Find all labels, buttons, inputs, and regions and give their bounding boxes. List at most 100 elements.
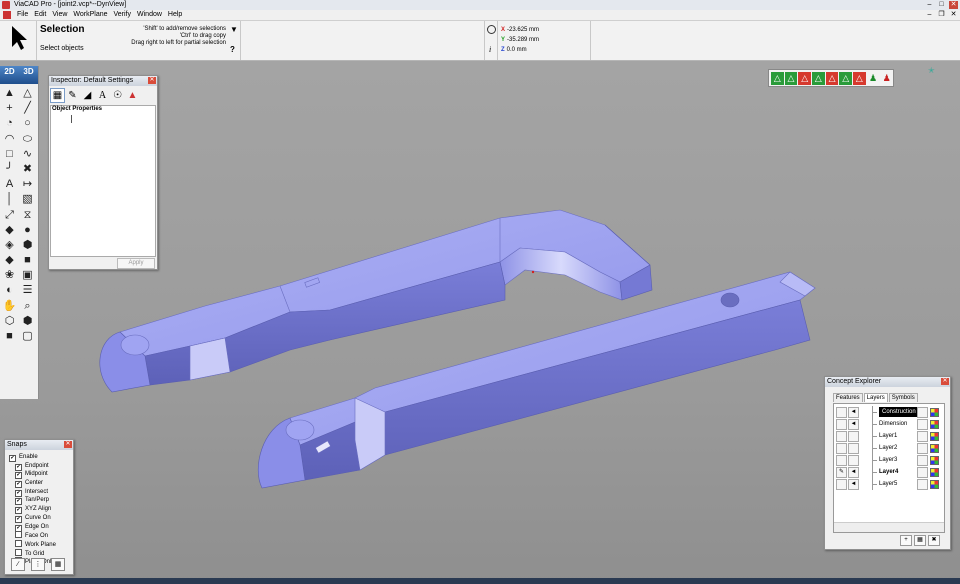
fillet-icon[interactable]: ╯ — [1, 162, 18, 176]
snap-to-grid[interactable]: To Grid — [9, 548, 56, 558]
subselect-arrow-icon[interactable]: △ — [19, 86, 36, 100]
layer-edit-icon[interactable] — [836, 407, 847, 418]
dimension-icon[interactable]: ↦ — [19, 177, 36, 191]
layer-name[interactable]: Layer2 — [879, 442, 897, 454]
surface-icon[interactable]: ❀ — [1, 268, 18, 282]
layer-visible-icon[interactable]: ◄ — [848, 467, 859, 478]
layer-lock-icon[interactable] — [917, 431, 928, 442]
zoom-icon[interactable]: ⌕ — [19, 299, 36, 313]
doc-close-icon[interactable]: ✕ — [949, 11, 958, 19]
layer-lock-icon[interactable] — [917, 419, 928, 430]
layer-edit-icon[interactable] — [836, 479, 847, 490]
maximize-icon[interactable]: □ — [937, 1, 946, 9]
view-user-icon[interactable]: ♟ — [866, 71, 880, 85]
pen-icon[interactable]: ✎ — [65, 88, 80, 103]
layer-lock-icon[interactable] — [917, 407, 928, 418]
view-top-icon[interactable]: △ — [825, 71, 839, 85]
layer-list-scrollbar[interactable] — [834, 522, 944, 532]
layer-visible-icon[interactable]: ◄ — [848, 479, 859, 490]
layer-color-icon[interactable] — [930, 456, 939, 465]
menu-view[interactable]: View — [49, 10, 70, 20]
snaps-close-icon[interactable]: ✕ — [64, 441, 72, 448]
shell-icon[interactable]: ◆ — [1, 253, 18, 267]
layer-visible-icon[interactable] — [848, 443, 859, 454]
point-icon[interactable]: + — [1, 101, 18, 115]
sheet-icon[interactable]: ☰ — [19, 283, 36, 297]
layer-options-icon[interactable]: ▦ — [914, 535, 926, 546]
view-cube-icon[interactable]: ⬢ — [19, 314, 36, 328]
layer-color-icon[interactable] — [930, 408, 939, 417]
fill-icon[interactable]: ◢ — [80, 88, 95, 103]
delete-layer-icon[interactable]: ✖ — [928, 535, 940, 546]
layer-visible-icon[interactable] — [848, 431, 859, 442]
text-style-icon[interactable]: A — [95, 88, 110, 103]
checkbox[interactable] — [15, 531, 22, 539]
layer-row[interactable]: ✎ ◄ Layer4 — [834, 466, 944, 478]
checkbox[interactable] — [15, 548, 22, 556]
view-back-icon[interactable]: △ — [784, 71, 798, 85]
ellipse-icon[interactable]: ⬭ — [19, 132, 36, 146]
minimize-icon[interactable]: – — [925, 1, 934, 9]
hatch-icon[interactable]: │ — [1, 192, 18, 206]
dropdown-icon[interactable]: ▼ — [230, 25, 238, 34]
select-arrow-icon[interactable]: ▲ — [1, 86, 18, 100]
circle-icon[interactable]: ○ — [19, 116, 36, 130]
layer-edit-icon[interactable] — [836, 431, 847, 442]
menu-edit[interactable]: Edit — [31, 10, 49, 20]
concept-explorer-close-icon[interactable]: ✕ — [941, 378, 949, 385]
layer-name[interactable]: Layer5 — [879, 478, 897, 490]
doc-restore-icon[interactable]: ❐ — [937, 11, 946, 19]
layer-color-icon[interactable] — [930, 468, 939, 477]
trim-icon[interactable]: ✖ — [19, 162, 36, 176]
snap-grid-icon[interactable]: ⋮ — [31, 558, 45, 571]
layer-color-icon[interactable] — [930, 432, 939, 441]
checkbox[interactable] — [15, 539, 22, 547]
snap-edge-on[interactable]: ✔ Edge On — [9, 523, 56, 532]
render-icon[interactable]: ▲ — [125, 88, 140, 103]
box-icon[interactable]: ■ — [19, 253, 36, 267]
view-user-red-icon[interactable]: ♟ — [880, 71, 894, 85]
layer-row[interactable]: Layer3 — [834, 454, 944, 466]
layer-row[interactable]: ◄ Layer5 — [834, 478, 944, 490]
doc-minimize-icon[interactable]: – — [925, 11, 934, 19]
layer-color-icon[interactable] — [930, 480, 939, 489]
layer-lock-icon[interactable] — [917, 443, 928, 454]
transform-icon[interactable]: ⤢ — [1, 208, 18, 222]
menu-window[interactable]: Window — [134, 10, 165, 20]
object-icon[interactable]: ▦ — [50, 88, 65, 103]
inspector-close-icon[interactable]: ✕ — [148, 77, 156, 84]
layer-edit-icon[interactable] — [836, 443, 847, 454]
layer-name[interactable]: Layer1 — [879, 430, 897, 442]
layer-edit-icon[interactable]: ✎ — [836, 467, 847, 478]
pattern-icon[interactable]: ▧ — [19, 192, 36, 206]
layer-row[interactable]: ◄ Construction — [834, 406, 944, 418]
add-layer-icon[interactable]: + — [900, 535, 912, 546]
menu-workplane[interactable]: WorkPlane — [70, 10, 110, 20]
snap-plane-icon[interactable]: ∕ — [11, 558, 25, 571]
line-icon[interactable]: ╱ — [19, 101, 36, 115]
layer-color-icon[interactable] — [930, 420, 939, 429]
layer-visible-icon[interactable]: ◄ — [848, 407, 859, 418]
layer-row[interactable]: Layer1 — [834, 430, 944, 442]
view-bottom-icon[interactable]: △ — [839, 71, 853, 85]
snap-curve-on[interactable]: ✔ Curve On — [9, 514, 56, 523]
view-wire-icon[interactable]: ▢ — [19, 329, 36, 343]
layer-lock-icon[interactable] — [917, 467, 928, 478]
boolean-icon[interactable]: ⬢ — [19, 238, 36, 252]
tab-features[interactable]: Features — [833, 393, 863, 402]
option-circle-icon[interactable] — [487, 25, 496, 34]
mode-2d-tab[interactable]: 2D — [0, 66, 19, 84]
view-left-icon[interactable]: △ — [798, 71, 812, 85]
arc-icon[interactable]: ◔ — [1, 116, 18, 130]
layer-name[interactable]: Layer4 — [879, 466, 898, 478]
layer-edit-icon[interactable] — [836, 455, 847, 466]
mode-3d-tab[interactable]: 3D — [19, 66, 38, 84]
snap-enable[interactable]: ✔ Enable — [9, 453, 56, 462]
view-iso-icon[interactable]: ⬡ — [1, 314, 18, 328]
menu-verify[interactable]: Verify — [111, 10, 135, 20]
concept-explorer-header[interactable]: Concept Explorer ✕ — [825, 377, 950, 387]
checkbox[interactable]: ✔ — [9, 455, 16, 462]
layer-lock-icon[interactable] — [917, 455, 928, 466]
snap-face-on[interactable]: Face On — [9, 531, 56, 540]
help-icon[interactable]: ? — [230, 45, 235, 54]
